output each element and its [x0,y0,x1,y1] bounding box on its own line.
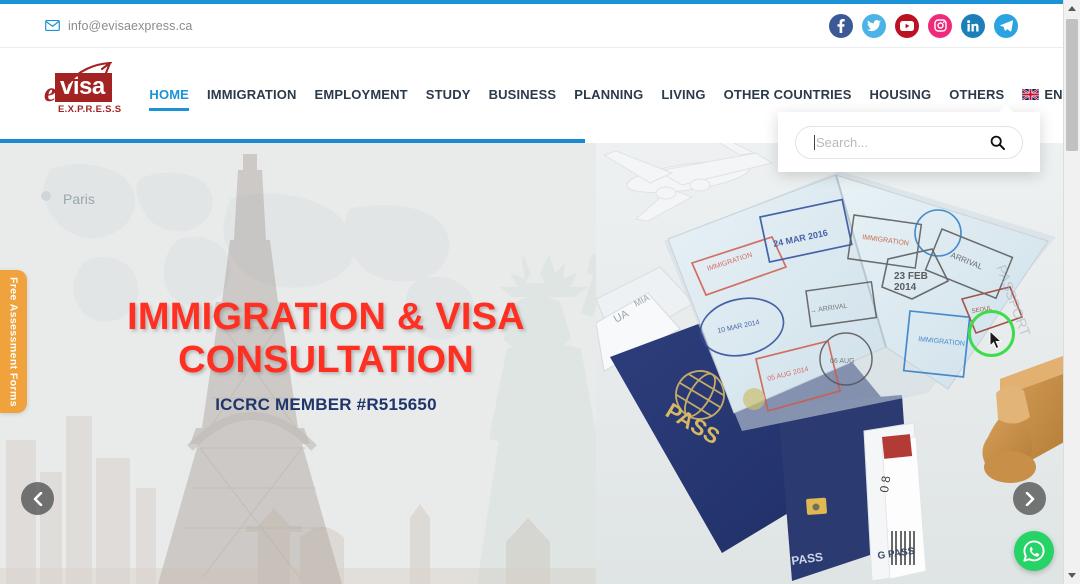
vertical-scrollbar[interactable] [1063,0,1080,584]
text-caret [814,135,815,150]
instagram-icon[interactable] [928,13,952,38]
nav-item-employment[interactable]: EMPLOYMENT [306,77,417,111]
top-accent-border [0,0,1063,4]
top-bar: info@evisaexpress.ca [0,4,1063,48]
nav-label: IMMIGRATION [207,86,297,102]
nav-label: HOUSING [869,86,932,102]
mouse-cursor-icon [989,330,1003,350]
nav-item-other-countries[interactable]: OTHER COUNTRIES [715,77,861,111]
logo-tagline: E.X.P.R.E.S.S [58,104,122,116]
hero-subtitle: ICCRC MEMBER #R515650 [215,395,437,415]
free-assessment-forms-tab[interactable]: Free Assessment Forms [0,270,27,413]
nav-label: STUDY [425,86,471,102]
logo-swoosh-icon [68,61,112,84]
logo-prefix: e [44,76,56,107]
nav-item-business[interactable]: BUSINESS [480,77,566,111]
linkedin-icon[interactable] [961,13,985,38]
hero-title-line2: CONSULTATION [178,338,474,381]
facebook-icon[interactable] [829,13,853,38]
nav-label: LIVING [661,86,706,102]
youtube-icon[interactable] [895,13,919,38]
chevron-left-icon [33,491,42,506]
envelope-icon [45,20,60,31]
nav-label: OTHERS [949,86,1005,102]
hero-title-line1: IMMIGRATION & VISA [127,296,525,338]
nav-item-immigration[interactable]: IMMIGRATION [198,77,306,111]
site-logo[interactable]: e visa E.X.P.R.E.S.S [44,61,122,116]
nav-menu: HOME IMMIGRATION EMPLOYMENT STUDY BUSINE… [140,77,1080,111]
hero-slider: Paris UA MIA PASS PASS 0 8 G PASS IMMIGR… [0,143,1063,584]
nav-label: HOME [149,86,190,102]
scroll-down-button[interactable] [1064,567,1080,584]
nav-label: BUSINESS [488,86,557,102]
nav-item-study[interactable]: STUDY [417,77,480,111]
whatsapp-chat-button[interactable] [1014,531,1054,571]
telegram-icon[interactable] [994,13,1018,38]
chevron-right-icon [1025,491,1034,506]
page-root: info@evisaexpress.ca e visa E.X.P.R.E.S.… [0,0,1080,584]
chevron-down-icon [1068,573,1076,578]
search-input-placeholder: Search... [816,135,869,150]
search-popup-panel: Search... [778,105,1040,172]
scroll-up-button[interactable] [1064,0,1080,17]
hero-headline-block: IMMIGRATION & VISA CONSULTATION ICCRC ME… [106,296,546,415]
nav-label: OTHER COUNTRIES [723,86,852,102]
search-input-wrapper[interactable]: Search... [795,126,1023,159]
slider-prev-button[interactable] [21,482,54,515]
passport-hero-photo: UA MIA PASS PASS 0 8 G PASS IMMIGRATION … [596,143,1063,584]
social-links [829,13,1018,38]
chevron-up-icon [1068,6,1076,11]
nav-label: PLANNING [574,86,644,102]
whatsapp-icon [1023,540,1045,562]
contact-email[interactable]: info@evisaexpress.ca [45,19,192,33]
nav-label: EMPLOYMENT [314,86,408,102]
slider-next-button[interactable] [1013,482,1046,515]
search-submit-icon[interactable] [990,135,1005,150]
twitter-icon[interactable] [862,13,886,38]
nav-item-housing[interactable]: HOUSING [861,77,941,111]
svg-text:06 AUG: 06 AUG [830,358,855,365]
nav-item-home[interactable]: HOME [140,77,198,111]
scrollbar-thumb[interactable] [1066,19,1078,151]
nav-item-living[interactable]: LIVING [652,77,714,111]
uk-flag-icon [1022,88,1040,100]
map-city-label: Paris [63,191,95,207]
side-tab-label: Free Assessment Forms [7,276,20,407]
nav-item-planning[interactable]: PLANNING [565,77,652,111]
email-text: info@evisaexpress.ca [68,18,193,33]
svg-text:0 8: 0 8 [877,475,893,494]
